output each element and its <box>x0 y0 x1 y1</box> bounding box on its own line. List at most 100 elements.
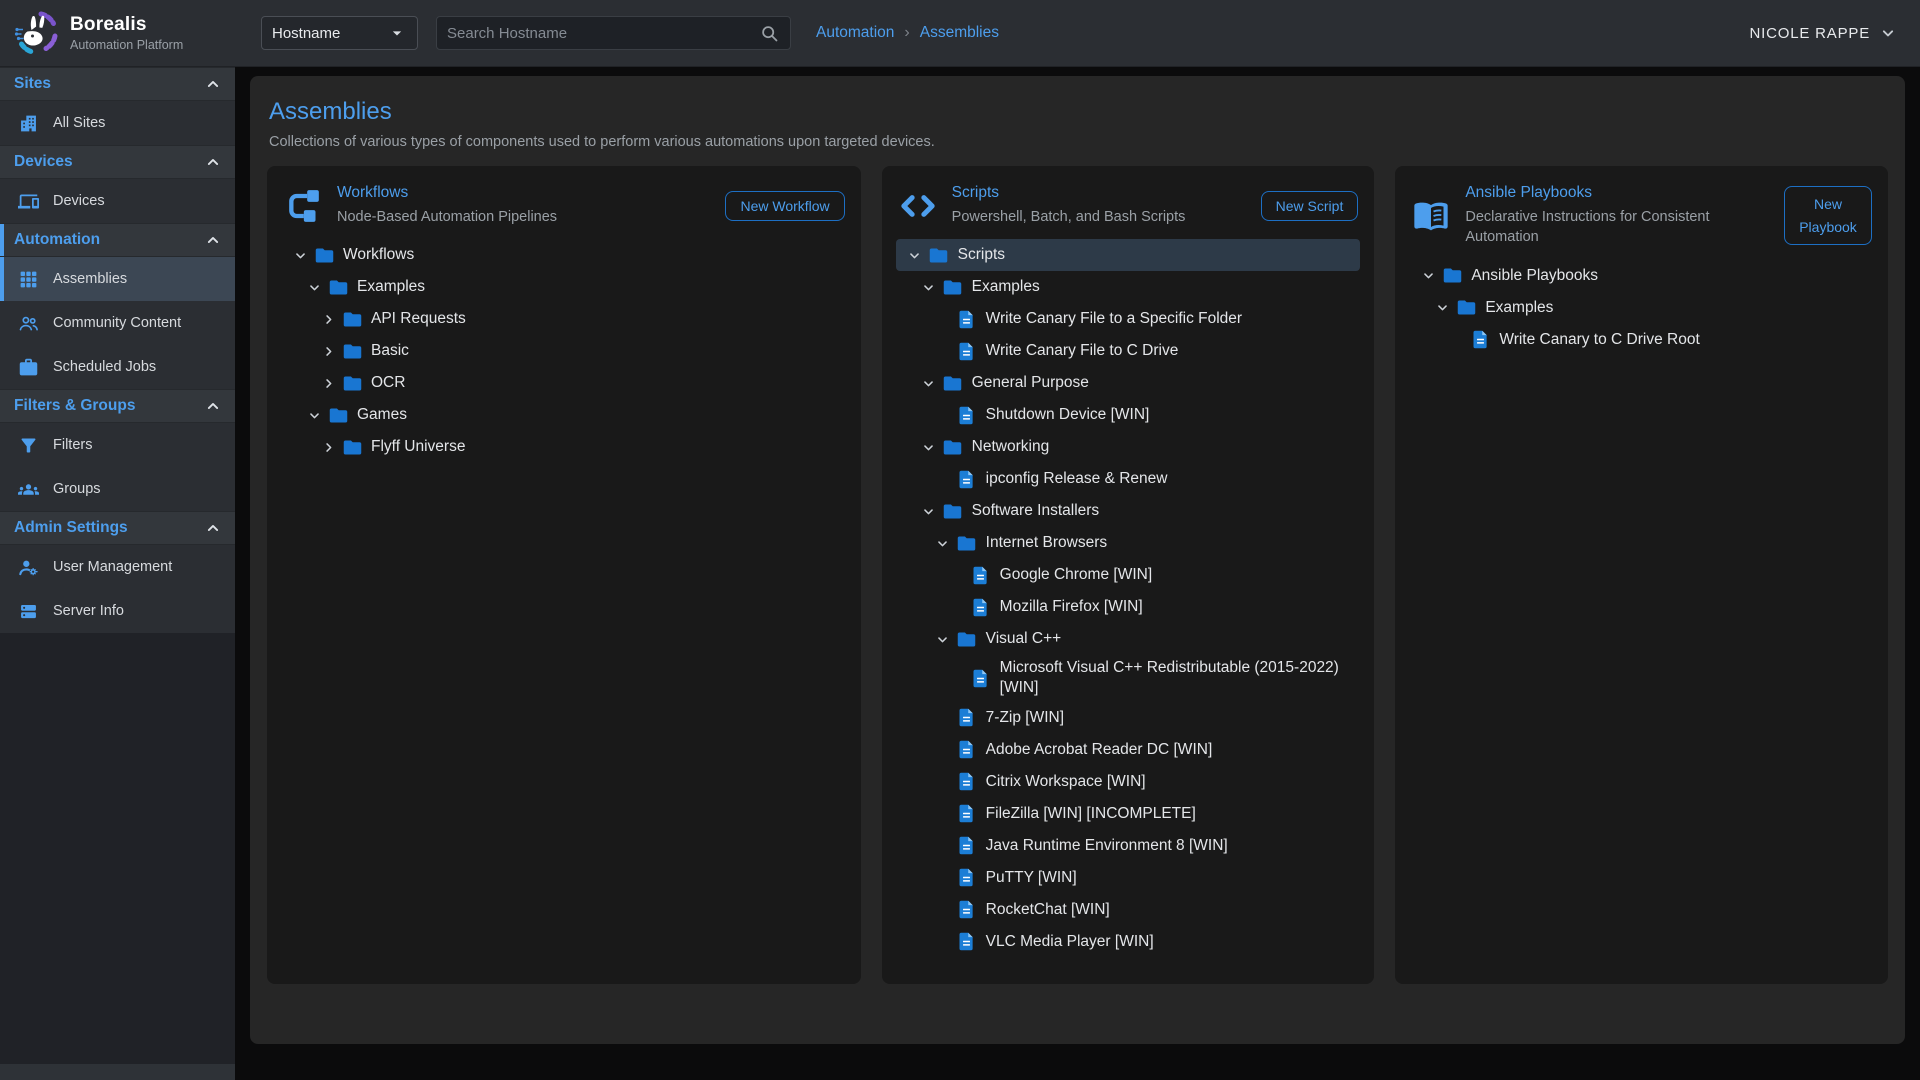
tree-item-label: Flyff Universe <box>371 434 465 460</box>
chevron-right-icon[interactable] <box>317 436 339 458</box>
chevron-down-icon[interactable] <box>303 404 325 426</box>
tree-file-7-zip-win[interactable]: 7-Zip [WIN] <box>896 702 1361 734</box>
tree-folder-networking[interactable]: Networking <box>896 431 1361 463</box>
sidebar-item-label: Devices <box>53 193 105 209</box>
new-playbook-button[interactable]: New Playbook <box>1784 186 1872 245</box>
tree-folder-basic[interactable]: Basic <box>281 335 847 367</box>
chevron-right-icon[interactable] <box>317 340 339 362</box>
tree-folder-general-purpose[interactable]: General Purpose <box>896 367 1361 399</box>
sidebar-section-header-admin-settings[interactable]: Admin Settings <box>0 511 235 545</box>
file-icon <box>956 899 978 921</box>
tree-folder-examples[interactable]: Examples <box>1409 292 1874 324</box>
panel-header-playbooks: Ansible PlaybooksDeclarative Instruction… <box>1395 166 1888 256</box>
tree-folder-flyff-universe[interactable]: Flyff Universe <box>281 431 847 463</box>
panel-header-workflows: WorkflowsNode-Based Automation Pipelines… <box>267 166 861 235</box>
tree-file-citrix-workspace-win[interactable]: Citrix Workspace [WIN] <box>896 766 1361 798</box>
tree-folder-internet-browsers[interactable]: Internet Browsers <box>896 527 1361 559</box>
sidebar-section-header-sites[interactable]: Sites <box>0 67 235 101</box>
tree-file-write-canary-file-to-a-specific-folder[interactable]: Write Canary File to a Specific Folder <box>896 303 1361 335</box>
panel-workflows: WorkflowsNode-Based Automation Pipelines… <box>267 166 861 984</box>
search-input[interactable] <box>447 25 759 42</box>
file-icon <box>956 404 978 426</box>
assemblies-card: Assemblies Collections of various types … <box>250 76 1905 1044</box>
tree-file-write-canary-to-c-drive-root[interactable]: Write Canary to C Drive Root <box>1409 324 1874 356</box>
tree-folder-software-installers[interactable]: Software Installers <box>896 495 1361 527</box>
breadcrumb-link-automation[interactable]: Automation <box>816 24 894 42</box>
sidebar-item-devices[interactable]: Devices <box>0 179 235 223</box>
tree-indent-spacer <box>946 667 968 689</box>
tree-scripts: Scripts Examples Write Canary File to a Sp… <box>896 239 1361 974</box>
tree-file-adobe-acrobat-reader-dc-win[interactable]: Adobe Acrobat Reader DC [WIN] <box>896 734 1361 766</box>
sidebar-item-community-content[interactable]: Community Content <box>0 301 235 345</box>
tree-indent-spacer <box>932 468 954 490</box>
sidebar-item-groups[interactable]: Groups <box>0 467 235 511</box>
sidebar-item-server-info[interactable]: Server Info <box>0 589 235 633</box>
sidebar-item-scheduled-jobs[interactable]: Scheduled Jobs <box>0 345 235 389</box>
hostname-select[interactable]: Hostname <box>261 16 418 50</box>
borealis-rabbit-logo-icon <box>12 9 60 57</box>
tree-file-ipconfig-release-renew[interactable]: ipconfig Release & Renew <box>896 463 1361 495</box>
people-icon <box>18 313 39 334</box>
workflow-icon <box>283 186 323 226</box>
sidebar-item-user-management[interactable]: User Management <box>0 545 235 589</box>
folder-icon <box>341 308 363 330</box>
chevron-down-icon[interactable] <box>918 372 940 394</box>
tree-folder-games[interactable]: Games <box>281 399 847 431</box>
breadcrumb-link-assemblies[interactable]: Assemblies <box>920 24 999 42</box>
folder-icon <box>1455 297 1477 319</box>
chevron-down-icon[interactable] <box>918 276 940 298</box>
chevron-down-icon[interactable] <box>918 436 940 458</box>
tree-file-putty-win[interactable]: PuTTY [WIN] <box>896 862 1361 894</box>
chevron-down-icon[interactable] <box>932 628 954 650</box>
tree-file-google-chrome-win[interactable]: Google Chrome [WIN] <box>896 559 1361 591</box>
tree-file-write-canary-file-to-c-drive[interactable]: Write Canary File to C Drive <box>896 335 1361 367</box>
sidebar-section-header-automation[interactable]: Automation <box>0 223 235 257</box>
brand: Borealis Automation Platform <box>0 9 235 57</box>
sidebar-item-filters[interactable]: Filters <box>0 423 235 467</box>
tree-file-mozilla-firefox-win[interactable]: Mozilla Firefox [WIN] <box>896 591 1361 623</box>
sidebar-item-assemblies[interactable]: Assemblies <box>0 257 235 301</box>
sidebar-item-all-sites[interactable]: All Sites <box>0 101 235 145</box>
chevron-down-icon[interactable] <box>289 244 311 266</box>
tree-file-microsoft-visual-c-redistributable-2015-2022-win[interactable]: Microsoft Visual C++ Redistributable (20… <box>896 655 1361 701</box>
chevron-down-icon[interactable] <box>918 500 940 522</box>
file-icon <box>956 707 978 729</box>
tree-file-filezilla-win-incomplete[interactable]: FileZilla [WIN] [INCOMPLETE] <box>896 798 1361 830</box>
tree-file-vlc-media-player-win[interactable]: VLC Media Player [WIN] <box>896 926 1361 958</box>
tree-folder-scripts[interactable]: Scripts <box>896 239 1361 271</box>
tree-file-shutdown-device-win[interactable]: Shutdown Device [WIN] <box>896 399 1361 431</box>
tree-playbooks: Ansible PlaybooksExamplesWrite Canary to… <box>1409 260 1874 974</box>
chevron-right-icon[interactable] <box>317 372 339 394</box>
tree-item-label: Basic <box>371 338 409 364</box>
chevron-right-icon[interactable] <box>317 308 339 330</box>
tree-indent-spacer <box>932 771 954 793</box>
tree-item-label: PuTTY [WIN] <box>986 865 1077 891</box>
tree-folder-ocr[interactable]: OCR <box>281 367 847 399</box>
tree-folder-ansible-playbooks[interactable]: Ansible Playbooks <box>1409 260 1874 292</box>
chevron-down-icon[interactable] <box>1431 297 1453 319</box>
chevron-down-icon[interactable] <box>303 276 325 298</box>
tree-indent-spacer <box>946 596 968 618</box>
new-workflow-button[interactable]: New Workflow <box>725 191 844 221</box>
tree-file-rocketchat-win[interactable]: RocketChat [WIN] <box>896 894 1361 926</box>
tree-folder-visual-c[interactable]: Visual C++ <box>896 623 1361 655</box>
sidebar-section-header-devices[interactable]: Devices <box>0 145 235 179</box>
tree-item-label: Adobe Acrobat Reader DC [WIN] <box>986 737 1213 763</box>
chevron-down-icon[interactable] <box>932 532 954 554</box>
sidebar-section-header-filters-groups[interactable]: Filters & Groups <box>0 389 235 423</box>
tree-folder-workflows[interactable]: Workflows <box>281 239 847 271</box>
tree-folder-examples[interactable]: Examples <box>281 271 847 303</box>
file-icon <box>956 739 978 761</box>
chevron-down-icon[interactable] <box>1417 265 1439 287</box>
tree-folder-examples[interactable]: Examples <box>896 271 1361 303</box>
chevron-down-icon[interactable] <box>904 244 926 266</box>
user-menu[interactable]: NICOLE RAPPE <box>1750 23 1898 43</box>
tree-file-java-runtime-environment-8-win[interactable]: Java Runtime Environment 8 [WIN] <box>896 830 1361 862</box>
filter-icon <box>18 435 39 456</box>
folder-icon <box>942 372 964 394</box>
tree-item-label: Examples <box>972 274 1040 300</box>
tree-item-label: Microsoft Visual C++ Redistributable (20… <box>1000 655 1355 701</box>
new-script-button[interactable]: New Script <box>1261 191 1359 221</box>
tree-folder-api-requests[interactable]: API Requests <box>281 303 847 335</box>
tree-item-label: Examples <box>357 274 425 300</box>
